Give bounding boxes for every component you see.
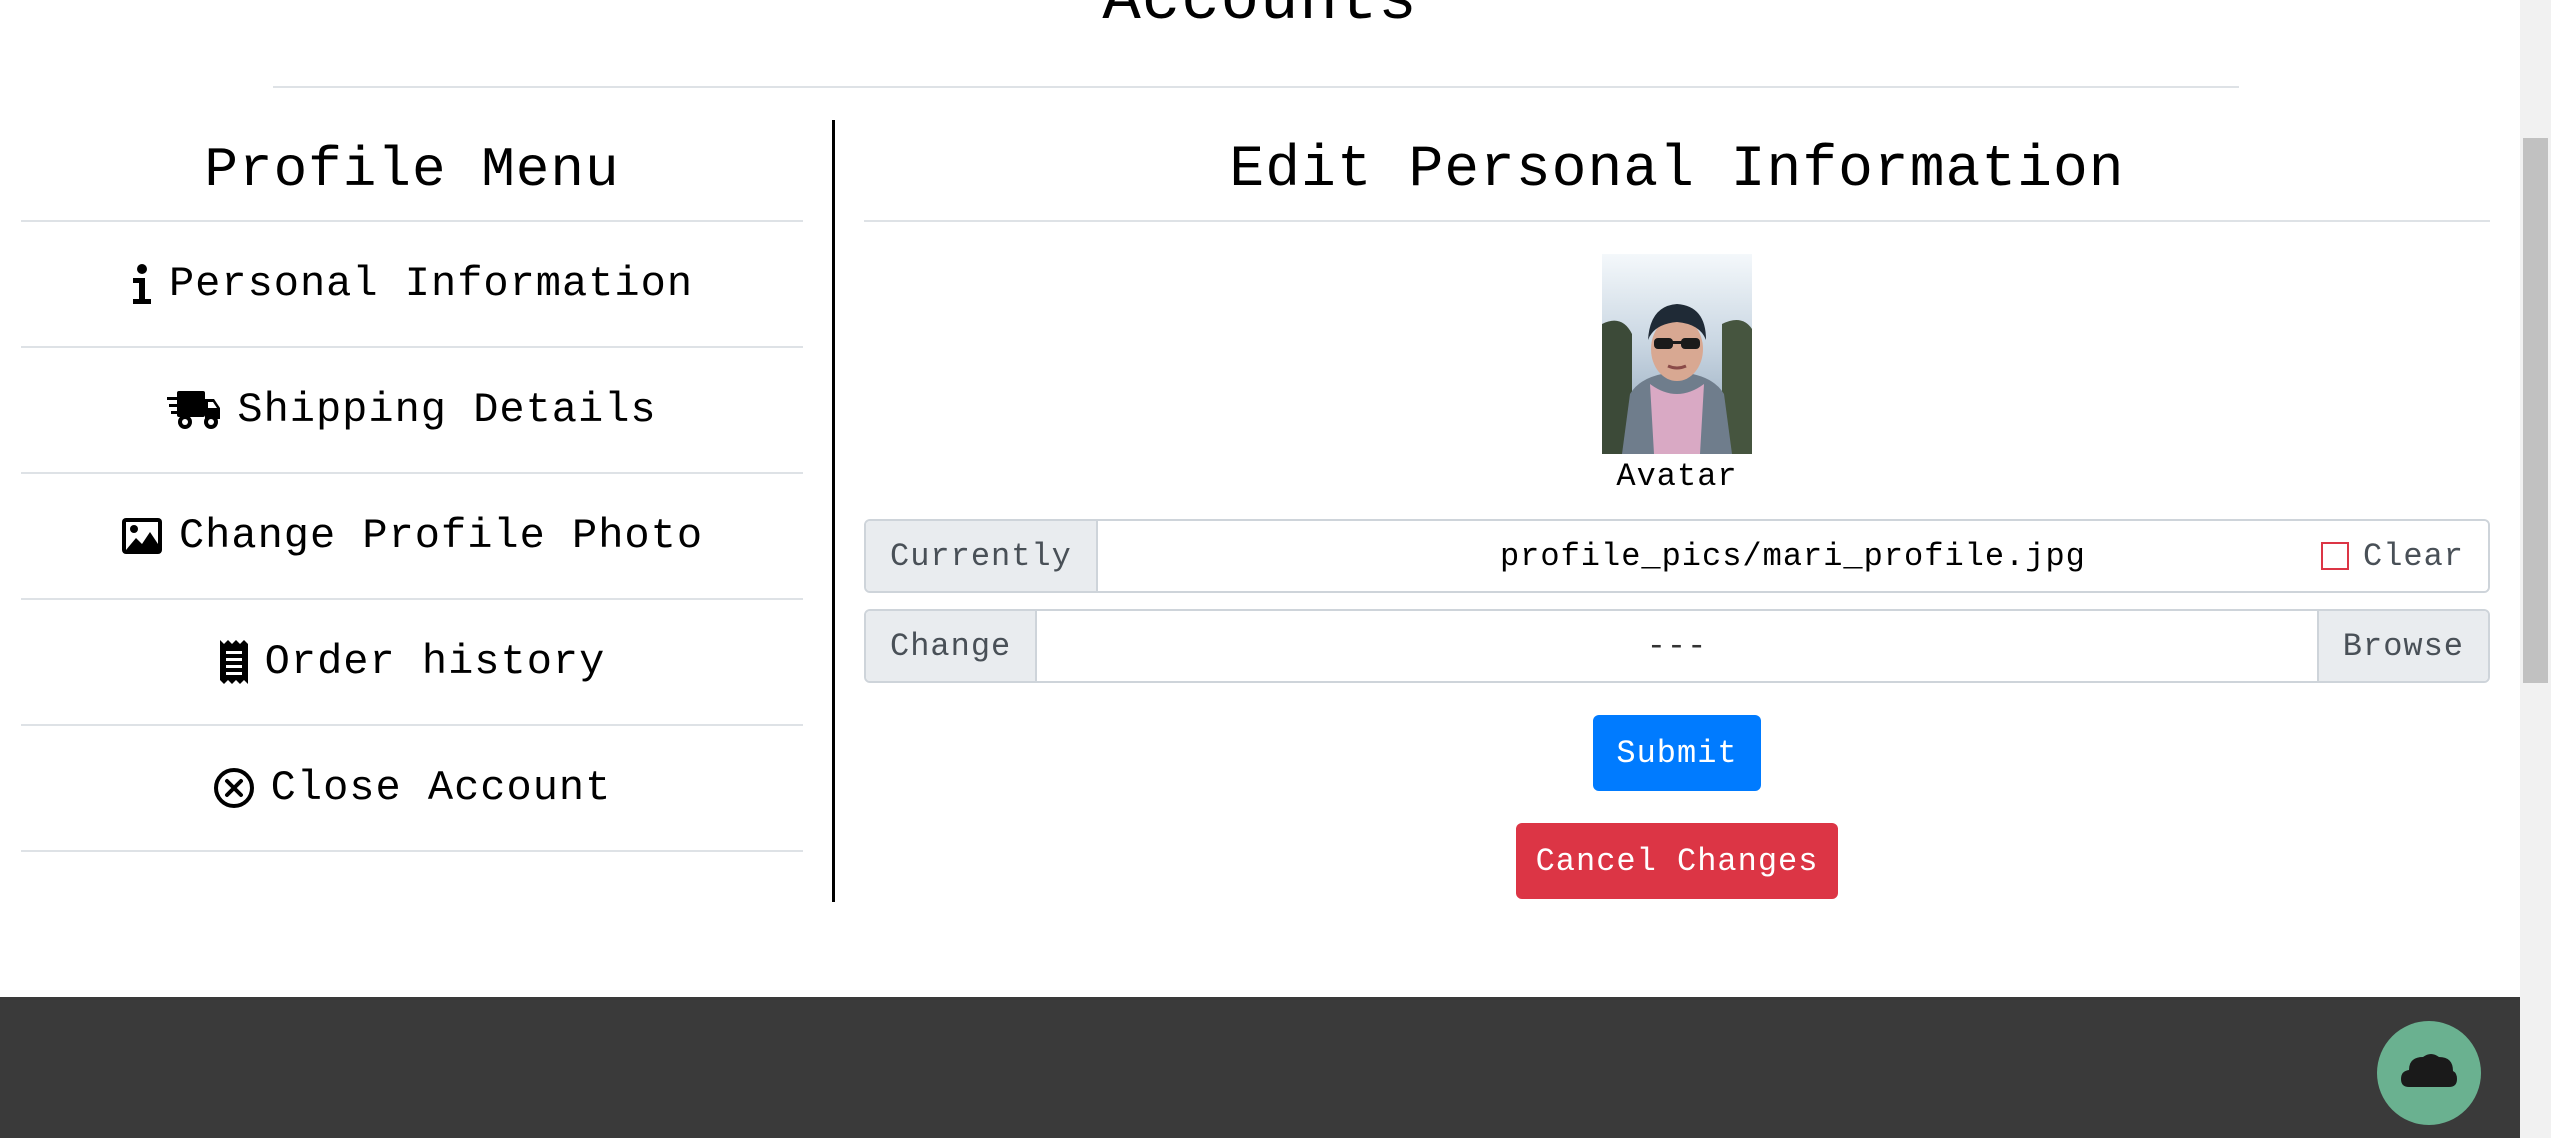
info-icon: [131, 263, 153, 305]
clear-checkbox[interactable]: [2320, 542, 2349, 570]
profile-menu: Profile Menu Personal Information Shippi…: [21, 120, 803, 852]
footer: [0, 997, 2520, 1138]
menu-item-change-profile-photo[interactable]: Change Profile Photo: [21, 474, 803, 600]
menu-item-personal-information[interactable]: Personal Information: [21, 222, 803, 348]
menu-item-label: Change Profile Photo: [178, 512, 704, 560]
image-icon: [121, 517, 163, 555]
browse-button[interactable]: Browse: [2316, 611, 2488, 681]
submit-button[interactable]: Submit: [1593, 715, 1761, 791]
avatar-block: Avatar: [864, 254, 2490, 495]
menu-item-label: Shipping Details: [237, 386, 657, 434]
menu-item-shipping-details[interactable]: Shipping Details: [21, 348, 803, 474]
page-title: Accounts: [1102, 0, 1418, 38]
page-scrollbar-thumb[interactable]: [2523, 138, 2548, 683]
current-photo-path-text: profile_pics/mari_profile.jpg: [1499, 537, 2086, 575]
vertical-divider: [832, 120, 835, 902]
profile-menu-title: Profile Menu: [21, 120, 803, 222]
close-circle-icon: [213, 767, 255, 809]
cancel-changes-button[interactable]: Cancel Changes: [1516, 823, 1838, 899]
clear-toggle: Clear: [2320, 521, 2464, 591]
menu-item-close-account[interactable]: Close Account: [21, 726, 803, 852]
menu-item-label: Order history: [264, 638, 606, 686]
page: Accounts Profile Menu Personal Informati…: [0, 0, 2551, 1138]
panel-title: Edit Personal Information: [864, 120, 2490, 222]
cancel-row: Cancel Changes: [864, 791, 2490, 899]
edit-personal-information-panel: Edit Personal Information Avatar Current…: [864, 120, 2490, 899]
submit-row: Submit: [864, 683, 2490, 791]
receipt-icon: [219, 640, 249, 684]
menu-item-label: Close Account: [270, 764, 612, 812]
file-input[interactable]: ---: [1037, 611, 2317, 681]
menu-item-label: Personal Information: [168, 260, 694, 308]
current-photo-path: profile_pics/mari_profile.jpg Clear: [1097, 521, 2488, 591]
currently-label: Currently: [866, 521, 1098, 591]
avatar-label: Avatar: [1616, 458, 1738, 495]
heading-divider: [273, 86, 2239, 88]
change-photo-group: Change --- Browse: [864, 609, 2490, 683]
current-photo-group: Currently profile_pics/mari_profile.jpg …: [864, 519, 2490, 593]
avatar: [1602, 254, 1752, 454]
cloud-up-icon: [2401, 1051, 2457, 1096]
clear-label: Clear: [2362, 537, 2464, 575]
change-label: Change: [866, 611, 1038, 681]
shipping-truck-icon: [167, 389, 221, 431]
menu-item-order-history[interactable]: Order history: [21, 600, 803, 726]
scroll-to-top-button[interactable]: [2377, 1021, 2481, 1125]
